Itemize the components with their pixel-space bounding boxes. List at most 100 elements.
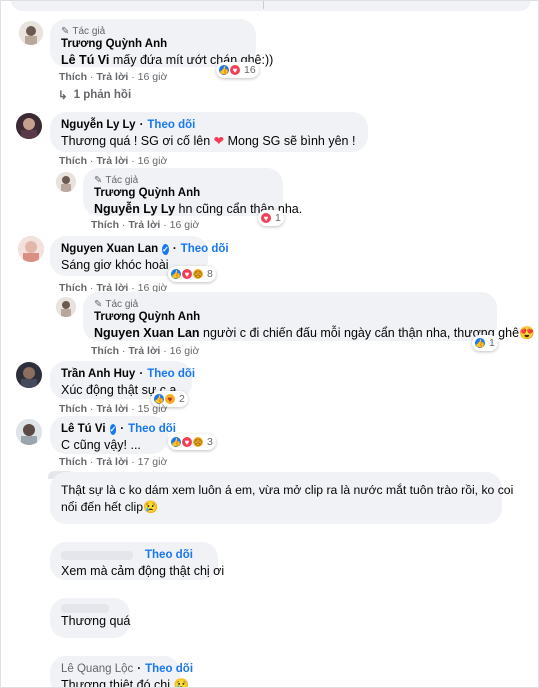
comment-bubble: Theo dõi Xem mà cảm động thật chị ơi: [50, 542, 225, 580]
comment-bubble: Thật sự là c ko dám xem luôn á em, vừa m…: [50, 472, 514, 524]
comment-text: C cũng vậy! ...: [61, 438, 141, 452]
previous-comment-bubble: [11, 1, 531, 11]
author-badge: ✎ Tác giả: [94, 298, 139, 310]
redacted-name: [61, 604, 109, 613]
follow-button[interactable]: Theo dõi: [128, 422, 176, 437]
mention-link[interactable]: Nguyen Xuan Lan: [94, 326, 200, 340]
follow-button[interactable]: Theo dõi: [147, 367, 195, 382]
comment-author-row: [61, 604, 119, 613]
pencil-icon: ✎: [94, 298, 103, 310]
comment-author[interactable]: Trần Anh Huy: [61, 367, 135, 382]
heart-reaction-icon: ♥: [229, 64, 241, 76]
comment-bubble: Lê Quang Lộc · Theo dõi Thương thiệt đó ch…: [50, 656, 194, 687]
sad-reaction-icon: ☹: [192, 436, 204, 448]
reply-arrow-icon: ↳: [58, 90, 68, 102]
like-button[interactable]: Thích: [59, 456, 87, 468]
comment-author[interactable]: Trương Quỳnh Anh: [61, 37, 245, 52]
like-button[interactable]: Thích: [91, 219, 119, 231]
timestamp[interactable]: 16 giờ: [170, 345, 200, 357]
reaction-summary[interactable]: 👍 ♥ ☹ 3: [168, 434, 216, 450]
follow-button[interactable]: Theo dõi: [145, 548, 193, 563]
like-button[interactable]: Thích: [59, 155, 87, 167]
like-button[interactable]: Thích: [59, 282, 87, 294]
reaction-summary[interactable]: 👍 1: [472, 335, 498, 351]
mention-link[interactable]: Nguyễn Ly Ly: [94, 202, 175, 216]
divider: [263, 1, 264, 9]
comment-author-row: Nguyen Xuan Lan ✓ · Theo dõi: [61, 242, 229, 257]
pencil-icon: ✎: [94, 174, 103, 186]
like-button[interactable]: Thích: [59, 71, 87, 83]
comment-actions: Thích · Trả lời · 17 giờ: [59, 456, 168, 468]
comment-author-row: Trần Anh Huy · Theo dõi: [61, 367, 196, 382]
comment-author-row: Lê Tú Vi ✓ · Theo dõi: [61, 422, 176, 437]
timestamp[interactable]: 15 giờ: [138, 403, 168, 415]
comment-bubble: Thương quá: [50, 598, 130, 638]
comment-author[interactable]: Nguyen Xuan Lan: [61, 242, 158, 257]
comment-text: nổi đến hết clip😢: [61, 500, 159, 514]
avatar[interactable]: [16, 419, 42, 445]
crying-emoji-icon: 😢: [173, 678, 190, 688]
follow-button[interactable]: Theo dõi: [147, 118, 195, 133]
heart-icon: ❤: [213, 134, 225, 148]
sad-reaction-icon: ☹: [192, 268, 204, 280]
comment-text: Nguyễn Ly Ly hn cũng cẩn thận nha.: [94, 202, 303, 216]
comment-text: Thương thiệt đó chị 😢: [61, 677, 189, 687]
reply-button[interactable]: Trả lời: [96, 403, 128, 415]
comment-author[interactable]: Lê Quang Lộc: [61, 662, 133, 677]
reaction-summary[interactable]: 👍 ♥ ☹ 8: [168, 266, 216, 282]
view-replies-link[interactable]: ↳ 1 phản hồi: [58, 88, 131, 102]
timestamp[interactable]: 16 giờ: [170, 219, 200, 231]
avatar[interactable]: [56, 172, 76, 192]
comment-author[interactable]: Trương Quỳnh Anh: [94, 310, 486, 325]
like-button[interactable]: Thích: [91, 345, 119, 357]
pencil-icon: ✎: [61, 25, 70, 37]
comment-bubble: Lê Tú Vi ✓ · Theo dõi C cũng vậy! ...: [50, 416, 176, 454]
avatar[interactable]: [18, 236, 44, 262]
follow-button[interactable]: Theo dõi: [181, 242, 229, 257]
mention-link[interactable]: Lê Tú Vi: [61, 53, 109, 67]
comment-author-row: Lê Quang Lộc · Theo dõi: [61, 662, 194, 677]
timestamp[interactable]: 16 giờ: [138, 155, 168, 167]
author-badge: ✎ Tác giả: [61, 25, 106, 37]
comment-bubble: ✎ Tác giả Trương Quỳnh Anh Nguyen Xuan La…: [83, 292, 535, 341]
comment-text: Thật sự là c ko dám xem luôn á em, vừa m…: [61, 483, 514, 497]
timestamp[interactable]: 17 giờ: [138, 456, 168, 468]
follow-button[interactable]: Theo dõi: [145, 662, 193, 677]
comments-panel: ✎ Tác giả Trương Quỳnh Anh Lê Tú Vi mấy đ…: [0, 0, 539, 688]
comment-text: Xem mà cảm động thật chị ơi: [61, 564, 225, 578]
avatar[interactable]: [56, 297, 76, 317]
reaction-summary[interactable]: ♥ 1: [258, 210, 284, 226]
like-reaction-icon: 👍: [474, 337, 486, 349]
comment-author-row: Nguyễn Ly Ly · Theo dõi: [61, 118, 196, 133]
reply-button[interactable]: Trả lời: [96, 155, 128, 167]
avatar[interactable]: [16, 362, 42, 388]
avatar[interactable]: [16, 113, 42, 139]
comment-author[interactable]: Lê Tú Vi: [61, 422, 106, 437]
like-button[interactable]: Thích: [59, 403, 87, 415]
comment-actions: Thích · Trả lời · 16 giờ: [59, 155, 168, 167]
comment-actions: Thích · Trả lời · 16 giờ: [59, 71, 168, 83]
comment-bubble: Nguyễn Ly Ly · Theo dõi Thương quá ! SG ơi…: [50, 112, 368, 152]
reply-button[interactable]: Trả lời: [128, 219, 160, 231]
comment-actions: Thích · Trả lời · 16 giờ: [91, 219, 200, 231]
comment-author[interactable]: Trương Quỳnh Anh: [94, 186, 272, 201]
reaction-summary[interactable]: 👍 ♥ 16: [216, 62, 259, 78]
verified-icon: ✓: [162, 244, 169, 255]
verified-icon: ✓: [109, 424, 117, 435]
comment-actions: Thích · Trả lời · 16 giờ: [91, 345, 200, 357]
reply-button[interactable]: Trả lời: [96, 71, 128, 83]
comment-text: Nguyen Xuan Lan người c đi chiến đấu mỗi…: [94, 326, 535, 340]
avatar[interactable]: [19, 21, 43, 45]
comment-author[interactable]: Nguyễn Ly Ly: [61, 118, 136, 133]
comment-author-row: Theo dõi: [61, 548, 207, 563]
comment-actions: Thích · Trả lời · 15 giờ: [59, 403, 168, 415]
timestamp[interactable]: 16 giờ: [138, 71, 168, 83]
comment-text: Thương quá ! SG ơi cố lên ❤ Mong SG sẽ b…: [61, 134, 356, 148]
crying-emoji-icon: 😢: [143, 500, 159, 514]
redacted-name: [61, 551, 133, 560]
reply-button[interactable]: Trả lời: [96, 456, 128, 468]
author-badge: ✎ Tác giả: [94, 174, 139, 186]
heart-reaction-icon: ♥: [260, 212, 272, 224]
reply-button[interactable]: Trả lời: [128, 345, 160, 357]
comment-text: Thương quá: [61, 614, 131, 628]
